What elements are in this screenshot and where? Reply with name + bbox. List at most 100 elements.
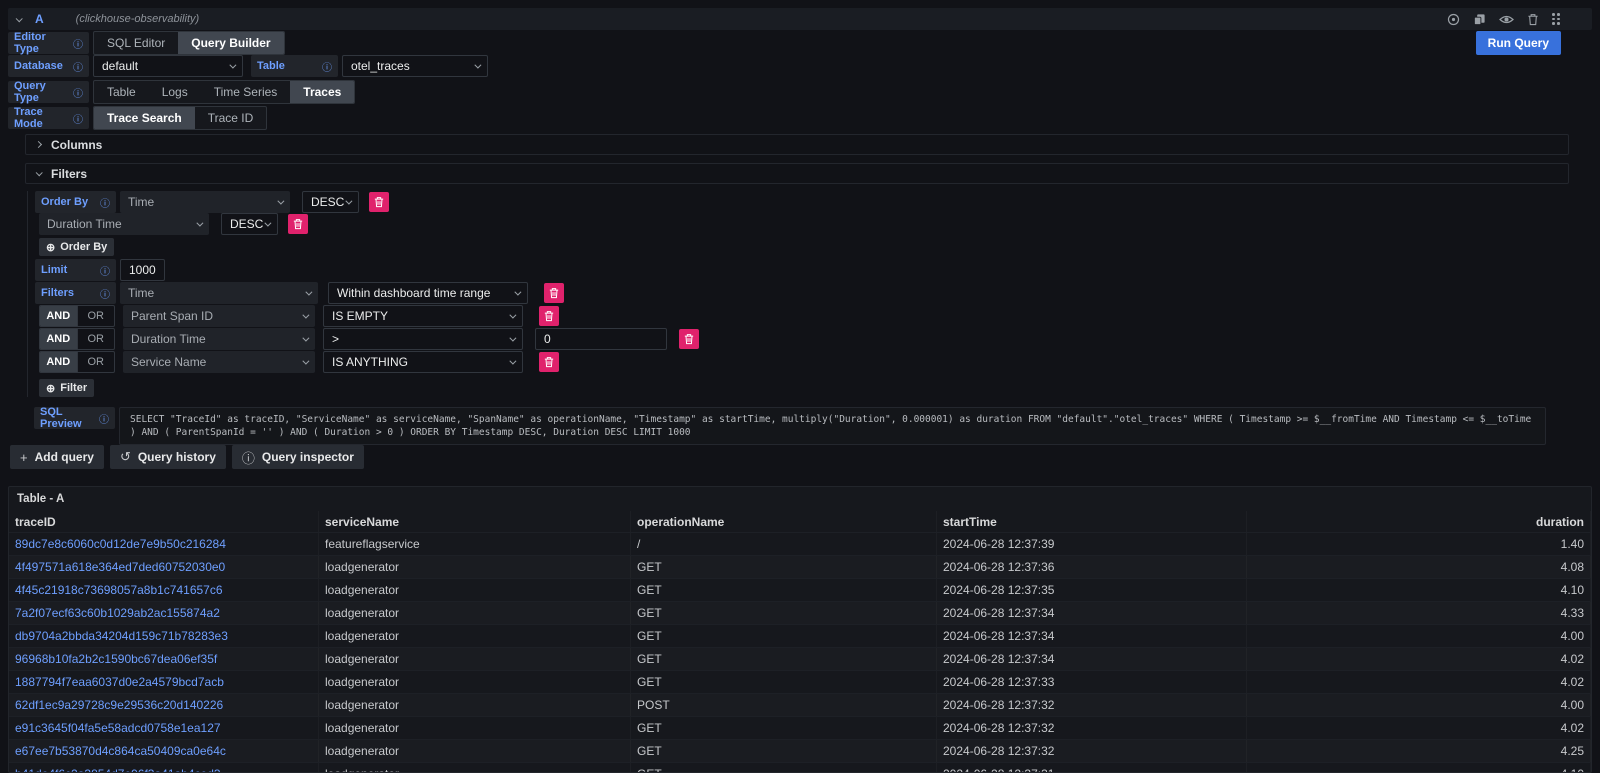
drag-handle[interactable] — [1552, 13, 1560, 25]
order-by-field-select[interactable]: Time — [120, 191, 290, 213]
remove-order-by-button[interactable] — [369, 192, 389, 212]
trace-mode-label: Trace Mode ⓘ — [8, 107, 89, 129]
remove-filter-button[interactable] — [539, 352, 559, 372]
table-row: 62df1ec9a29728c9e29536c20d140226 loadgen… — [9, 693, 1591, 716]
option-table[interactable]: Table — [94, 81, 149, 103]
trace-id-link[interactable]: 7a2f07ecf63c60b1029ab2ac155874a2 — [15, 606, 220, 620]
collapse-query-icon[interactable] — [16, 15, 23, 22]
limit-label: Limit ⓘ — [35, 259, 116, 281]
remove-filter-button[interactable] — [679, 329, 699, 349]
duration-cell: 4.02 — [1247, 671, 1591, 693]
trace-id-link[interactable]: b41de4f6c2a3854d7e96f3a41ab4ced3 — [15, 767, 221, 773]
remove-order-by-button[interactable] — [288, 214, 308, 234]
order-by-row: Duration Time DESC — [35, 213, 1592, 235]
column-header-traceid[interactable]: traceID — [9, 511, 319, 532]
trace-mode-toggle: Trace Search Trace ID — [93, 106, 267, 130]
filter-condition-row: AND OR Parent Span ID IS EMPTY — [35, 305, 1592, 327]
trace-id-link[interactable]: 96968b10fa2b2c1590bc67dea06ef35f — [15, 652, 217, 666]
order-by-field-select[interactable]: Duration Time — [39, 213, 209, 235]
operation-name-cell: GET — [631, 717, 937, 739]
column-header-starttime[interactable]: startTime — [937, 511, 1247, 532]
table-row: 4f497571a618e364ed7ded60752030e0 loadgen… — [9, 555, 1591, 578]
trace-id-link[interactable]: 62df1ec9a29728c9e29536c20d140226 — [15, 698, 223, 712]
option-or[interactable]: OR — [78, 329, 115, 349]
filter-operator-select[interactable]: Within dashboard time range — [328, 282, 528, 304]
limit-input[interactable]: 1000 — [120, 259, 165, 281]
filter-field-select[interactable]: Service Name — [123, 351, 315, 373]
filter-condition-row: AND OR Duration Time > 0 — [35, 328, 1592, 350]
option-trace-search[interactable]: Trace Search — [94, 107, 195, 129]
table-row-partial: b41de4f6c2a3854d7e96f3a41ab4ced3 loadgen… — [9, 762, 1591, 773]
table-row: db9704a2bbda34204d159c71b78283e3 loadgen… — [9, 624, 1591, 647]
database-select[interactable]: default — [93, 55, 243, 77]
trace-id-link[interactable]: e91c3645f04fa5e58adcd0758e1ea127 — [15, 721, 221, 735]
run-query-button[interactable]: Run Query — [1476, 31, 1561, 55]
option-or[interactable]: OR — [78, 306, 115, 326]
trash-icon[interactable] — [1527, 13, 1539, 26]
order-by-label: Order By ⓘ — [35, 191, 116, 213]
column-header-servicename[interactable]: serviceName — [319, 511, 631, 532]
panel-title[interactable]: Table - A — [9, 487, 1591, 511]
filter-value-input[interactable]: 0 — [535, 328, 667, 350]
trace-id-link[interactable]: db9704a2bbda34204d159c71b78283e3 — [15, 629, 228, 643]
option-or[interactable]: OR — [78, 352, 115, 372]
order-by-direction-select[interactable]: DESC — [221, 213, 278, 235]
bool-toggle: AND OR — [39, 328, 115, 350]
filters-section-header[interactable]: Filters — [25, 163, 1569, 184]
query-history-button[interactable]: ↺ Query history — [110, 445, 226, 469]
columns-section-header[interactable]: Columns — [25, 134, 1569, 155]
option-and[interactable]: AND — [40, 352, 78, 372]
query-inspector-button[interactable]: ⓘ Query inspector — [232, 445, 364, 469]
info-icon: ⓘ — [100, 195, 110, 210]
eye-icon[interactable] — [1499, 13, 1514, 26]
remove-filter-button[interactable] — [544, 283, 564, 303]
database-table-row: Database ⓘ default Table ⓘ otel_traces — [8, 55, 1592, 77]
filter-field-select[interactable]: Parent Span ID — [123, 305, 315, 327]
copy-icon[interactable] — [1473, 13, 1486, 26]
option-and[interactable]: AND — [40, 329, 78, 349]
service-name-cell: featureflagservice — [319, 533, 631, 555]
trace-id-link[interactable]: 4f45c21918c73698057a8b1c741657c6 — [15, 583, 223, 597]
start-time-cell: 2024-06-28 12:37:34 — [937, 625, 1247, 647]
chevron-down-icon — [264, 219, 271, 226]
start-time-cell: 2024-06-28 12:37:34 — [937, 648, 1247, 670]
filter-field-select[interactable]: Time — [120, 282, 318, 304]
operation-name-cell: GET — [631, 625, 937, 647]
option-logs[interactable]: Logs — [149, 81, 201, 103]
option-time-series[interactable]: Time Series — [201, 81, 291, 103]
trace-id-link[interactable]: 1887794f7eaa6037d0e2a4579bcd7acb — [15, 675, 224, 689]
table-row: 7a2f07ecf63c60b1029ab2ac155874a2 loadgen… — [9, 601, 1591, 624]
info-icon: ⓘ — [322, 59, 332, 74]
add-order-by-row: ⊕ Order By — [35, 238, 1592, 256]
option-and[interactable]: AND — [40, 306, 78, 326]
trace-id-link[interactable]: 89dc7e8c6060c0d12de7e9b50c216284 — [15, 537, 226, 551]
add-filter-button[interactable]: ⊕ Filter — [39, 379, 94, 397]
chevron-down-icon — [514, 288, 521, 295]
option-traces[interactable]: Traces — [290, 81, 354, 103]
trace-id-link[interactable]: e67ee7b53870d4c864ca50409ca0e64c — [15, 744, 226, 758]
operation-name-cell: GET — [631, 602, 937, 624]
option-sql-editor[interactable]: SQL Editor — [94, 32, 178, 54]
add-order-by-button[interactable]: ⊕ Order By — [39, 238, 114, 256]
service-name-cell: loadgenerator — [319, 602, 631, 624]
add-filter-row: ⊕ Filter — [35, 379, 1592, 397]
filter-operator-select[interactable]: > — [323, 328, 523, 350]
start-time-cell: 2024-06-28 12:37:32 — [937, 740, 1247, 762]
column-header-duration[interactable]: duration — [1247, 511, 1591, 532]
remove-filter-button[interactable] — [539, 306, 559, 326]
query-editor: A (clickhouse-observability) Editor Type… — [8, 8, 1592, 445]
column-header-operationname[interactable]: operationName — [631, 511, 937, 532]
filter-operator-select[interactable]: IS EMPTY — [323, 305, 523, 327]
order-by-direction-select[interactable]: DESC — [302, 191, 359, 213]
record-icon[interactable] — [1447, 13, 1460, 26]
option-trace-id[interactable]: Trace ID — [195, 107, 267, 129]
table-label: Table ⓘ — [251, 55, 338, 77]
table-select[interactable]: otel_traces — [342, 55, 488, 77]
add-query-button[interactable]: + Add query — [10, 445, 104, 469]
option-query-builder[interactable]: Query Builder — [178, 32, 283, 54]
filter-operator-select[interactable]: IS ANYTHING — [323, 351, 523, 373]
trace-id-link[interactable]: 4f497571a618e364ed7ded60752030e0 — [15, 560, 225, 574]
filter-field-select[interactable]: Duration Time — [123, 328, 315, 350]
trash-icon — [684, 333, 694, 345]
sql-preview-row: SQL Preview ⓘ SELECT "TraceId" as traceI… — [8, 407, 1592, 445]
